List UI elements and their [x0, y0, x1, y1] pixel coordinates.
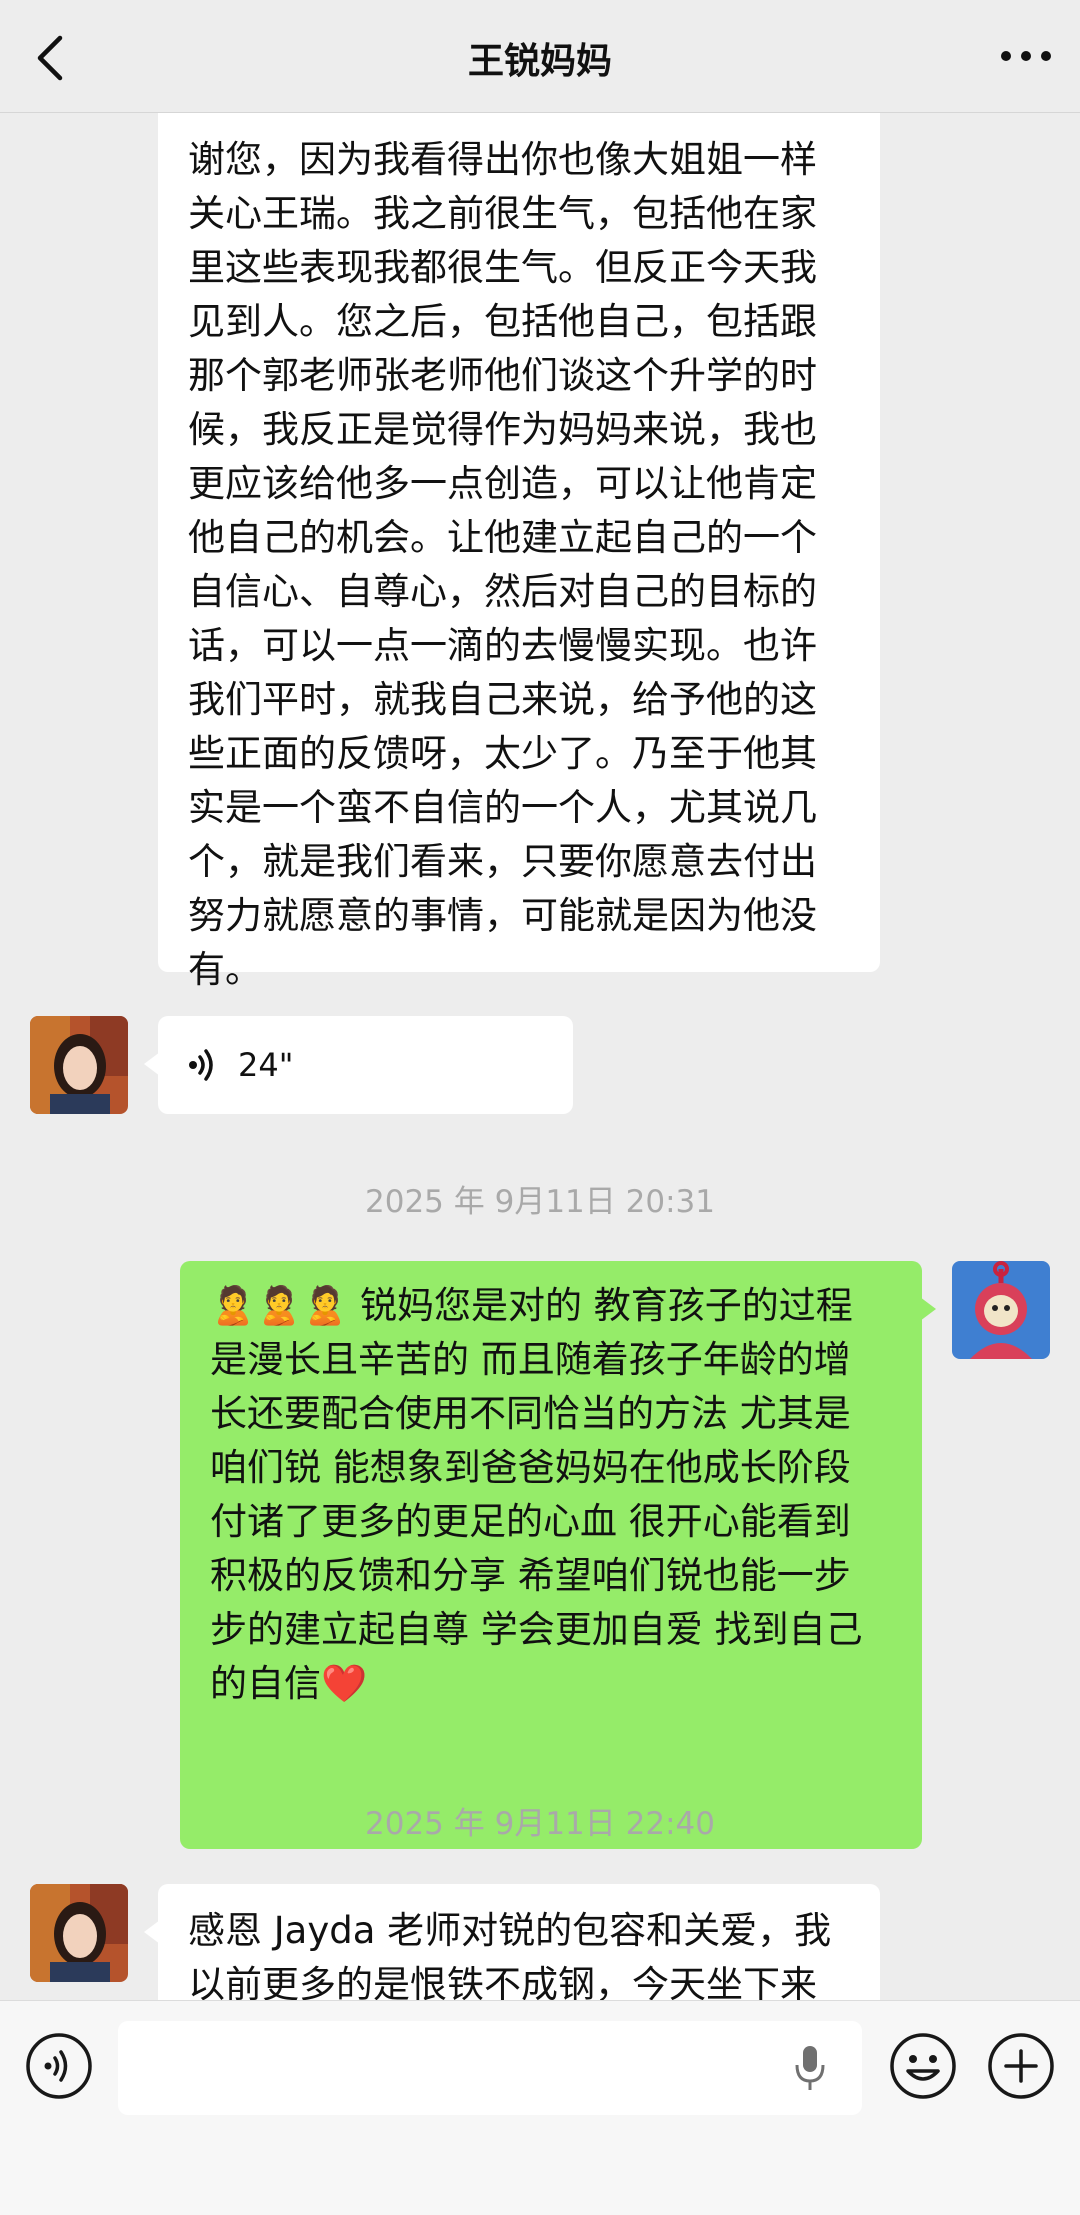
timestamp: 2025 年 9月11日 22:40 — [365, 1806, 715, 1842]
chat-header: 王锐妈妈 — [0, 0, 1080, 113]
message-line: 我们平时，就我自己来说，给予他的这 — [188, 678, 817, 721]
message-input[interactable] — [118, 2021, 862, 2115]
message-line: 里这些表现我都很生气。但反正今天我 — [188, 246, 817, 289]
contact-avatar[interactable] — [30, 1884, 128, 1982]
message-line: 是漫长且辛苦的 而且随着孩子年龄的增 — [210, 1338, 851, 1381]
contact-avatar[interactable] — [30, 1016, 128, 1114]
message-line: 步的建立起自尊 学会更加自爱 找到自己 — [210, 1608, 863, 1651]
chat-area[interactable]: 谢您，因为我看得出你也像大姐姐一样 关心王瑞。我之前很生气，包括他在家 里这些表现我… — [0, 113, 1080, 2000]
message-line: 自信心、自尊心，然后对自己的目标的 — [188, 570, 817, 613]
message-bubble-incoming[interactable]: 感恩 Jayda 老师对锐的包容和关爱，我以前更多的是恨铁不成钢，今天坐下来 — [144, 1884, 880, 2000]
message-line: 咱们锐 能想象到爸爸妈妈在他成长阶段 — [210, 1446, 851, 1489]
message-line: 长还要配合使用不同恰当的方法 尤其是 — [210, 1392, 851, 1435]
chat-title: 王锐妈妈 — [467, 41, 612, 82]
message-line: 积极的反馈和分享 希望咱们锐也能一步 — [210, 1554, 851, 1597]
message-line: 谢您，因为我看得出你也像大姐姐一样 — [188, 138, 817, 181]
message-line: 的自信❤️ — [210, 1662, 368, 1705]
message-line: 那个郭老师张老师他们谈这个升学的时 — [188, 354, 817, 397]
my-avatar[interactable] — [952, 1261, 1050, 1359]
message-bubble-outgoing[interactable]: 🙎🙎🙎 锐妈您是对的 教育孩子的过程 是漫长且辛苦的 而且随着孩子年龄的增 长还要配… — [180, 1261, 936, 1849]
message-line: 实是一个蛮不自信的一个人，尤其说几 — [188, 786, 817, 829]
voice-duration: 24" — [238, 1046, 294, 1084]
message-text: 🙎🙎🙎 锐妈您是对的 教育孩子的过程 是漫长且辛苦的 而且随着孩子年龄的增 长还要配… — [210, 1279, 892, 1711]
message-line: 更应该给他多一点创造，可以让他肯定 — [188, 462, 817, 505]
voice-wave-icon — [189, 1049, 213, 1081]
more-icon[interactable] — [998, 46, 1054, 66]
message-line: 🙎🙎🙎 锐妈您是对的 教育孩子的过程 — [210, 1284, 853, 1327]
message-line: 努力就愿意的事情，可能就是因为他没 — [188, 894, 817, 937]
message-line: 以前更多的是恨铁不成钢，今天坐下来 — [188, 1963, 817, 2000]
message-line: 他自己的机会。让他建立起自己的一个 — [188, 516, 817, 559]
voice-message-bubble[interactable]: 24" — [144, 1016, 573, 1114]
plus-icon[interactable] — [986, 2031, 1056, 2101]
microphone-icon[interactable] — [792, 2043, 828, 2093]
voice-input-icon[interactable] — [24, 2031, 94, 2101]
message-line: 见到人。您之后，包括他自己，包括跟 — [188, 300, 817, 343]
message-bubble-incoming[interactable]: 谢您，因为我看得出你也像大姐姐一样 关心王瑞。我之前很生气，包括他在家 里这些表现我… — [158, 113, 880, 991]
message-line: 候，我反正是觉得作为妈妈来说，我也 — [188, 408, 817, 451]
emoji-icon[interactable] — [888, 2031, 958, 2101]
message-text: 感恩 Jayda 老师对锐的包容和关爱，我以前更多的是恨铁不成钢，今天坐下来 — [188, 1904, 850, 2000]
message-line: 感恩 Jayda 老师对锐的包容和关爱，我 — [188, 1909, 832, 1952]
message-line: 关心王瑞。我之前很生气，包括他在家 — [188, 192, 817, 235]
message-line: 些正面的反馈呀，太少了。乃至于他其 — [188, 732, 817, 775]
message-line: 话，可以一点一滴的去慢慢实现。也许 — [188, 624, 817, 667]
message-line: 付诸了更多的更足的心血 很开心能看到 — [210, 1500, 851, 1543]
message-line: 个，就是我们看来，只要你愿意去付出 — [188, 840, 817, 883]
timestamp: 2025 年 9月11日 20:31 — [365, 1184, 715, 1220]
message-text: 谢您，因为我看得出你也像大姐姐一样 关心王瑞。我之前很生气，包括他在家 里这些表现我… — [188, 133, 850, 997]
input-bar — [0, 2000, 1080, 2215]
message-line: 有。 — [188, 948, 262, 991]
